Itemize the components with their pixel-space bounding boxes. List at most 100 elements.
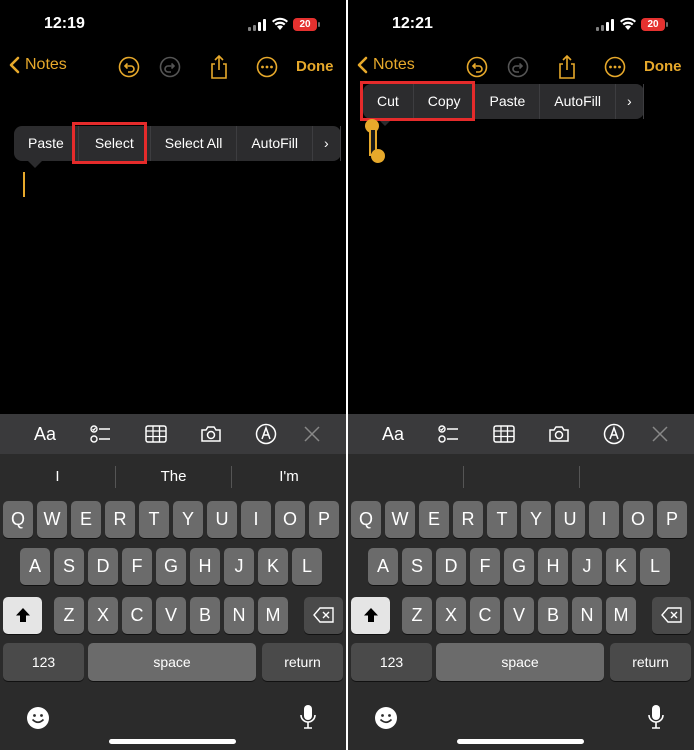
space-key[interactable]: space [436, 643, 604, 681]
key[interactable]: M [258, 597, 288, 634]
key[interactable]: X [88, 597, 118, 634]
emoji-icon[interactable] [374, 706, 398, 730]
markup-icon[interactable] [602, 422, 626, 446]
key[interactable]: N [224, 597, 254, 634]
key[interactable]: O [623, 501, 653, 538]
numbers-key[interactable]: 123 [351, 643, 432, 681]
key[interactable]: S [402, 548, 432, 585]
menu-more-chevron-icon[interactable]: › [313, 126, 341, 161]
key[interactable]: J [224, 548, 254, 585]
key[interactable]: W [385, 501, 415, 538]
key[interactable]: Q [351, 501, 381, 538]
key[interactable]: Y [521, 501, 551, 538]
key[interactable]: O [275, 501, 305, 538]
key[interactable]: R [105, 501, 135, 538]
numbers-key[interactable]: 123 [3, 643, 84, 681]
key[interactable]: D [436, 548, 466, 585]
menu-paste[interactable]: Paste [475, 84, 541, 119]
key[interactable]: L [292, 548, 322, 585]
key[interactable]: H [538, 548, 568, 585]
shift-key[interactable] [3, 597, 42, 634]
camera-icon[interactable] [199, 422, 223, 446]
camera-icon[interactable] [547, 422, 571, 446]
key[interactable]: Q [3, 501, 33, 538]
key[interactable]: F [470, 548, 500, 585]
key[interactable]: A [20, 548, 50, 585]
key[interactable]: E [71, 501, 101, 538]
close-icon[interactable] [650, 422, 670, 446]
key[interactable]: T [139, 501, 169, 538]
key[interactable]: T [487, 501, 517, 538]
checklist-icon[interactable] [437, 422, 461, 446]
suggestion-2[interactable]: The [116, 462, 231, 492]
delete-key[interactable] [652, 597, 691, 634]
format-text-button[interactable]: Aa [34, 422, 56, 446]
suggestion-1[interactable] [348, 462, 463, 492]
key[interactable]: Z [402, 597, 432, 634]
suggestion-2[interactable] [464, 462, 579, 492]
suggestion-3[interactable]: I'm [232, 462, 346, 492]
key[interactable]: C [122, 597, 152, 634]
key[interactable]: L [640, 548, 670, 585]
undo-icon[interactable] [466, 56, 488, 78]
table-icon[interactable] [492, 422, 516, 446]
redo-icon[interactable] [159, 56, 181, 78]
key[interactable]: G [156, 548, 186, 585]
suggestion-1[interactable]: I [0, 462, 115, 492]
suggestion-3[interactable] [580, 462, 694, 492]
key[interactable]: I [589, 501, 619, 538]
space-key[interactable]: space [88, 643, 256, 681]
close-icon[interactable] [302, 422, 322, 446]
menu-select-all[interactable]: Select All [151, 126, 238, 161]
key[interactable]: B [538, 597, 568, 634]
key[interactable]: M [606, 597, 636, 634]
key[interactable]: W [37, 501, 67, 538]
key[interactable]: N [572, 597, 602, 634]
format-text-button[interactable]: Aa [382, 422, 404, 446]
key[interactable]: P [309, 501, 339, 538]
share-icon[interactable] [556, 54, 578, 80]
key[interactable]: H [190, 548, 220, 585]
key[interactable]: Z [54, 597, 84, 634]
checklist-icon[interactable] [89, 422, 113, 446]
key[interactable]: G [504, 548, 534, 585]
table-icon[interactable] [144, 422, 168, 446]
menu-autofill[interactable]: AutoFill [237, 126, 314, 161]
done-button[interactable]: Done [644, 58, 682, 75]
key[interactable]: A [368, 548, 398, 585]
mic-icon[interactable] [299, 704, 317, 730]
key[interactable]: K [606, 548, 636, 585]
key[interactable]: B [190, 597, 220, 634]
done-button[interactable]: Done [296, 58, 334, 75]
key[interactable]: P [657, 501, 687, 538]
key[interactable]: V [156, 597, 186, 634]
key[interactable]: D [88, 548, 118, 585]
key[interactable]: X [436, 597, 466, 634]
key[interactable]: K [258, 548, 288, 585]
key[interactable]: C [470, 597, 500, 634]
menu-autofill[interactable]: AutoFill [540, 84, 616, 119]
key[interactable]: V [504, 597, 534, 634]
menu-more-chevron-icon[interactable]: › [616, 84, 644, 119]
key[interactable]: U [207, 501, 237, 538]
return-key[interactable]: return [262, 643, 343, 681]
redo-icon[interactable] [507, 56, 529, 78]
share-icon[interactable] [208, 54, 230, 80]
key[interactable]: R [453, 501, 483, 538]
back-button[interactable]: Notes [8, 56, 67, 74]
back-button[interactable]: Notes [356, 56, 415, 74]
more-icon[interactable] [256, 56, 278, 78]
more-icon[interactable] [604, 56, 626, 78]
menu-paste[interactable]: Paste [14, 126, 79, 161]
key[interactable]: F [122, 548, 152, 585]
key[interactable]: Y [173, 501, 203, 538]
key[interactable]: S [54, 548, 84, 585]
delete-key[interactable] [304, 597, 343, 634]
emoji-icon[interactable] [26, 706, 50, 730]
key[interactable]: J [572, 548, 602, 585]
selection-handle-end[interactable] [371, 149, 385, 163]
key[interactable]: E [419, 501, 449, 538]
markup-icon[interactable] [254, 422, 278, 446]
key[interactable]: I [241, 501, 271, 538]
return-key[interactable]: return [610, 643, 691, 681]
